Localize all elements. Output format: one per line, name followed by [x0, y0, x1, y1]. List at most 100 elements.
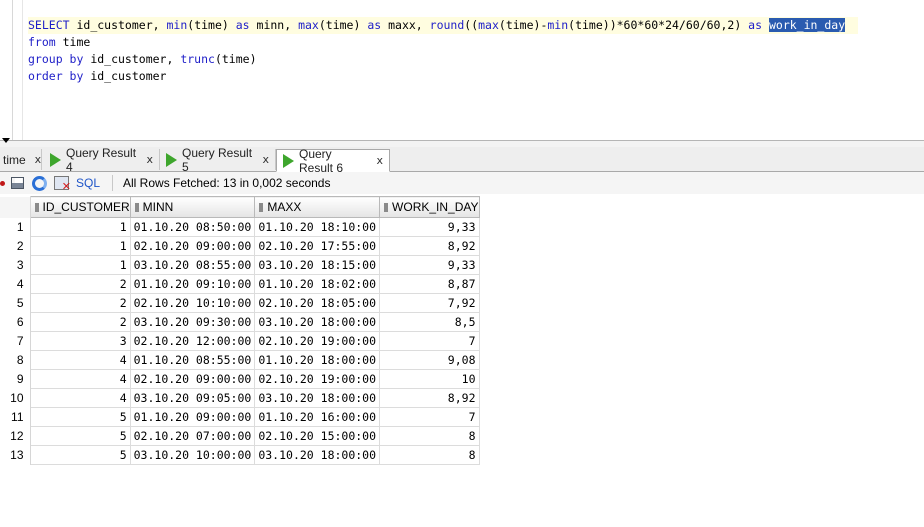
- code-token: minn,: [249, 18, 299, 32]
- column-header-minn[interactable]: MINN: [129, 196, 256, 218]
- code-token: round: [429, 18, 465, 32]
- cell-work-in-day[interactable]: 7,92: [379, 293, 480, 313]
- tab-query-result-4[interactable]: Query Result 4 x: [44, 146, 160, 174]
- cell-work-in-day[interactable]: 8: [379, 445, 480, 465]
- code-line[interactable]: order by id_customer: [28, 68, 858, 85]
- close-icon[interactable]: x: [35, 153, 42, 166]
- cell-maxx[interactable]: 02.10.20 17:55:00: [254, 236, 381, 256]
- column-header-work-in-day[interactable]: WORK_IN_DAY: [379, 196, 480, 218]
- cell-work-in-day[interactable]: 8,92: [379, 388, 480, 408]
- cell-minn[interactable]: 01.10.20 08:50:00: [129, 217, 256, 237]
- cell-minn[interactable]: 01.10.20 08:55:00: [129, 350, 256, 370]
- cell-id-customer[interactable]: 3: [29, 331, 131, 351]
- code-token: max: [478, 18, 499, 32]
- cell-id-customer[interactable]: 2: [29, 274, 131, 294]
- close-icon[interactable]: x: [146, 153, 153, 166]
- sql-link[interactable]: SQL: [76, 176, 100, 190]
- cell-work-in-day[interactable]: 8: [379, 426, 480, 446]
- cell-id-customer[interactable]: 4: [29, 369, 131, 389]
- cell-minn[interactable]: 02.10.20 09:00:00: [129, 236, 256, 256]
- code-token: min: [547, 18, 569, 32]
- table-row[interactable]: 8 4 01.10.20 08:55:00 01.10.20 18:00:00 9,08: [0, 350, 480, 370]
- cell-maxx[interactable]: 02.10.20 18:05:00: [254, 293, 381, 313]
- cell-minn[interactable]: 03.10.20 08:55:00: [129, 255, 256, 275]
- sql-code[interactable]: SELECT id_customer, min(time) as minn, m…: [28, 17, 858, 85]
- cell-minn[interactable]: 02.10.20 09:00:00: [129, 369, 256, 389]
- cell-work-in-day[interactable]: 8,5: [379, 312, 480, 332]
- table-row[interactable]: 12 5 02.10.20 07:00:00 02.10.20 15:00:00 8: [0, 426, 480, 446]
- cell-work-in-day[interactable]: 9,08: [379, 350, 480, 370]
- cell-maxx[interactable]: 03.10.20 18:00:00: [254, 312, 381, 332]
- grid-header-row: ID_CUSTOMER MINN MAXX WORK_IN_DAY: [0, 196, 480, 218]
- table-row[interactable]: 7 3 02.10.20 12:00:00 02.10.20 19:00:00 7: [0, 331, 480, 351]
- sql-editor[interactable]: SELECT id_customer, min(time) as minn, m…: [0, 0, 924, 140]
- cell-maxx[interactable]: 02.10.20 19:00:00: [254, 369, 381, 389]
- cell-id-customer[interactable]: 1: [29, 236, 131, 256]
- cell-work-in-day[interactable]: 9,33: [379, 255, 480, 275]
- clear-icon[interactable]: [54, 176, 71, 193]
- table-row[interactable]: 4 2 01.10.20 09:10:00 01.10.20 18:02:00 8,87: [0, 274, 480, 294]
- cell-id-customer[interactable]: 5: [29, 445, 131, 465]
- refresh-icon[interactable]: [32, 175, 47, 191]
- cell-id-customer[interactable]: 2: [29, 293, 131, 313]
- cell-id-customer[interactable]: 4: [29, 350, 131, 370]
- cell-maxx[interactable]: 01.10.20 18:10:00: [254, 217, 381, 237]
- close-icon[interactable]: x: [376, 154, 383, 167]
- cell-minn[interactable]: 02.10.20 10:10:00: [129, 293, 256, 313]
- cell-work-in-day[interactable]: 7: [379, 407, 480, 427]
- cell-id-customer[interactable]: 5: [29, 407, 131, 427]
- cell-maxx[interactable]: 02.10.20 19:00:00: [254, 331, 381, 351]
- table-row[interactable]: 11 5 01.10.20 09:00:00 01.10.20 16:00:00 7: [0, 407, 480, 427]
- column-header-id-customer[interactable]: ID_CUSTOMER: [29, 196, 131, 218]
- cell-id-customer[interactable]: 1: [29, 255, 131, 275]
- cell-id-customer[interactable]: 4: [29, 388, 131, 408]
- column-header-maxx[interactable]: MAXX: [254, 196, 381, 218]
- table-row[interactable]: 9 4 02.10.20 09:00:00 02.10.20 19:00:00 10: [0, 369, 480, 389]
- pin-icon[interactable]: [0, 180, 5, 186]
- cell-maxx[interactable]: 01.10.20 16:00:00: [254, 407, 381, 427]
- cell-maxx[interactable]: 01.10.20 18:02:00: [254, 274, 381, 294]
- tab-time[interactable]: time x: [0, 149, 42, 170]
- cell-minn[interactable]: 01.10.20 09:10:00: [129, 274, 256, 294]
- table-row[interactable]: 13 5 03.10.20 10:00:00 03.10.20 18:00:00 8: [0, 445, 480, 465]
- table-row[interactable]: 10 4 03.10.20 09:05:00 03.10.20 18:00:00 8,9…: [0, 388, 480, 408]
- table-row[interactable]: 1 1 01.10.20 08:50:00 01.10.20 18:10:00 9,33: [0, 217, 480, 237]
- table-row[interactable]: 5 2 02.10.20 10:10:00 02.10.20 18:05:00 7,92: [0, 293, 480, 313]
- table-row[interactable]: 2 1 02.10.20 09:00:00 02.10.20 17:55:00 8,92: [0, 236, 480, 256]
- tab-query-result-6[interactable]: Query Result 6 x: [276, 147, 390, 175]
- cell-minn[interactable]: 03.10.20 09:30:00: [129, 312, 256, 332]
- cell-maxx[interactable]: 01.10.20 18:00:00: [254, 350, 381, 370]
- code-line[interactable]: SELECT id_customer, min(time) as minn, m…: [28, 17, 858, 34]
- cell-maxx[interactable]: 03.10.20 18:15:00: [254, 255, 381, 275]
- collapse-arrow-icon[interactable]: [2, 138, 10, 143]
- code-token: order by: [28, 69, 84, 83]
- editor-split-handle[interactable]: [0, 140, 924, 147]
- cell-id-customer[interactable]: 1: [29, 217, 131, 237]
- cell-work-in-day[interactable]: 8,92: [379, 236, 480, 256]
- cell-minn[interactable]: 03.10.20 10:00:00: [129, 445, 256, 465]
- cell-minn[interactable]: 01.10.20 09:00:00: [129, 407, 256, 427]
- code-token: as: [235, 18, 250, 32]
- cell-work-in-day[interactable]: 9,33: [379, 217, 480, 237]
- cell-minn[interactable]: 02.10.20 07:00:00: [129, 426, 256, 446]
- tab-query-result-5[interactable]: Query Result 5 x: [160, 146, 276, 174]
- code-line[interactable]: from time: [28, 34, 858, 51]
- cell-minn[interactable]: 03.10.20 09:05:00: [129, 388, 256, 408]
- code-token: min: [166, 18, 188, 32]
- print-icon[interactable]: [11, 177, 24, 189]
- cell-work-in-day[interactable]: 7: [379, 331, 480, 351]
- table-row[interactable]: 3 1 03.10.20 08:55:00 03.10.20 18:15:00 9,33: [0, 255, 480, 275]
- cell-maxx[interactable]: 02.10.20 15:00:00: [254, 426, 381, 446]
- cell-minn[interactable]: 02.10.20 12:00:00: [129, 331, 256, 351]
- cell-work-in-day[interactable]: 8,87: [379, 274, 480, 294]
- close-icon[interactable]: x: [262, 153, 269, 166]
- code-token: as: [367, 18, 382, 32]
- cell-maxx[interactable]: 03.10.20 18:00:00: [254, 388, 381, 408]
- cell-id-customer[interactable]: 5: [29, 426, 131, 446]
- cell-maxx[interactable]: 03.10.20 18:00:00: [254, 445, 381, 465]
- table-row[interactable]: 6 2 03.10.20 09:30:00 03.10.20 18:00:00 8,5: [0, 312, 480, 332]
- code-line[interactable]: group by id_customer, trunc(time): [28, 51, 858, 68]
- cell-work-in-day[interactable]: 10: [379, 369, 480, 389]
- row-number: 4: [0, 274, 31, 294]
- cell-id-customer[interactable]: 2: [29, 312, 131, 332]
